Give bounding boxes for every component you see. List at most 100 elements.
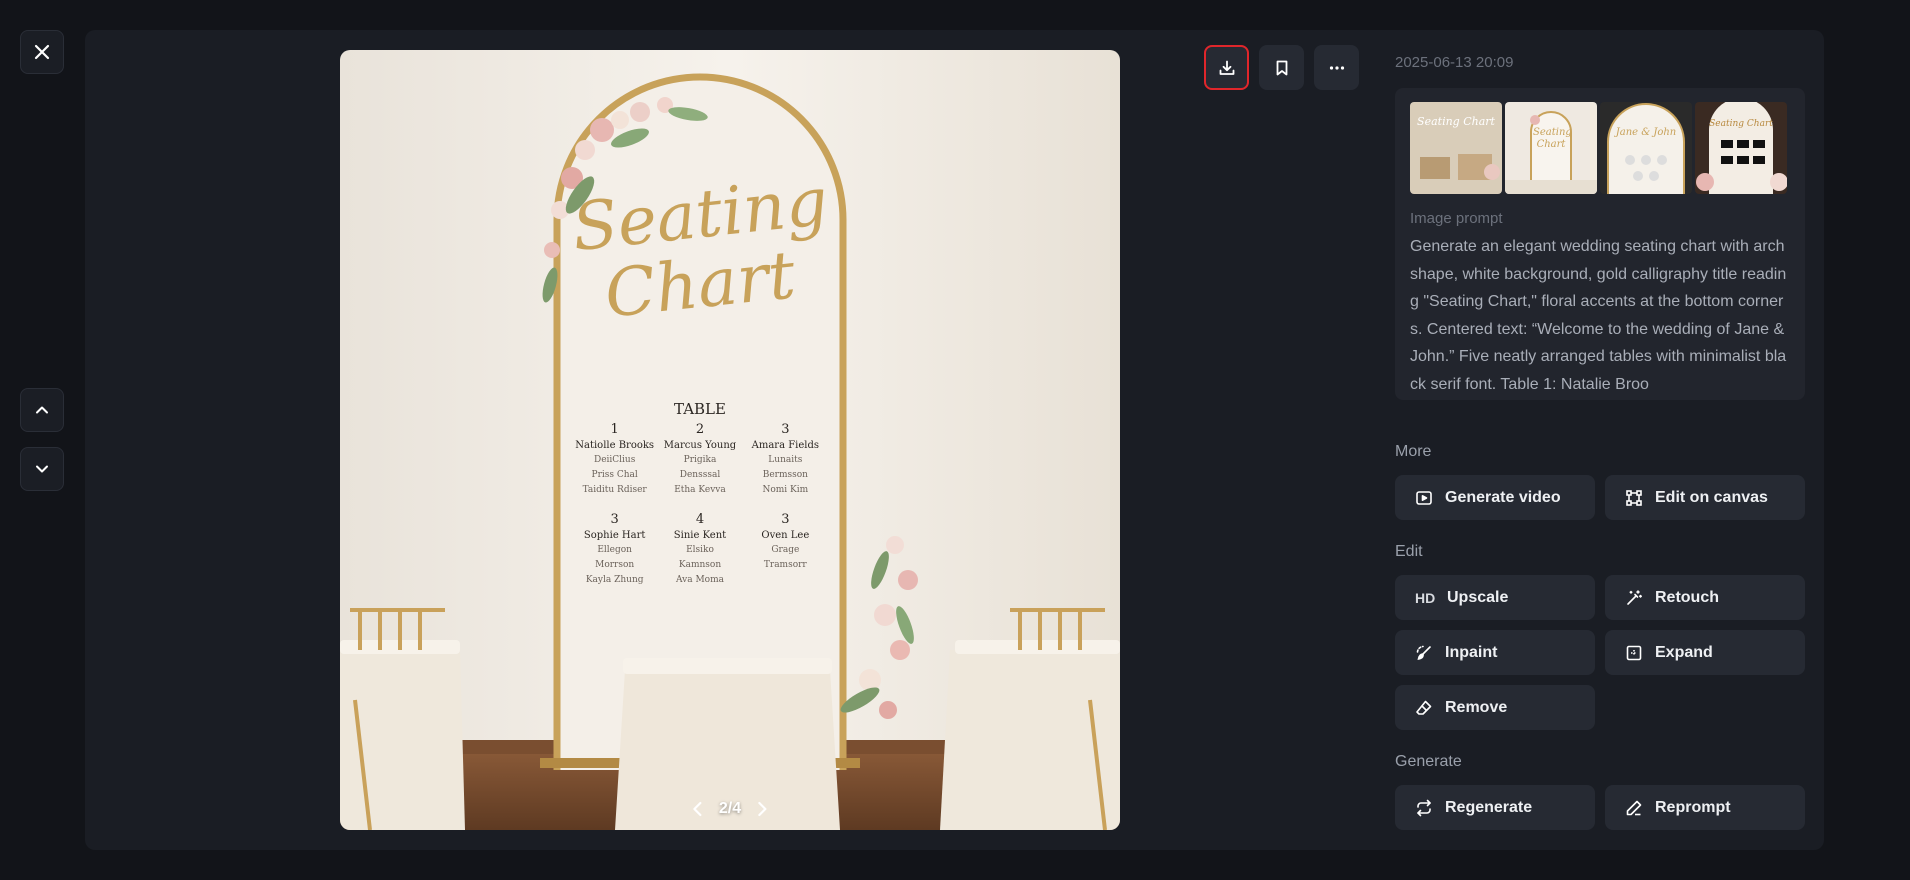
expand-label: Expand xyxy=(1655,643,1713,661)
generate-video-button[interactable]: Generate video xyxy=(1395,475,1595,520)
sign-guest-name: Nomi Kim xyxy=(762,485,809,495)
sign-guest-name: Bermsson xyxy=(762,470,808,480)
sign-table-number: 3 xyxy=(781,512,790,527)
thumbnail-2-caption: Seating Chart xyxy=(1533,127,1572,150)
previous-image-button[interactable] xyxy=(20,388,64,432)
sign-guest-name: Kamnson xyxy=(678,560,722,570)
thumbnail-4-caption: Seating Chart xyxy=(1709,119,1773,129)
sign-table-column: 3 Sophie Hart Ellegon Morrson Kayla Zhung xyxy=(572,512,657,588)
prompt-card: Seating Chart Seating Chart Jane & John … xyxy=(1395,88,1805,400)
edit-on-canvas-button[interactable]: Edit on canvas xyxy=(1605,475,1805,520)
thumbnail-2[interactable]: Seating Chart xyxy=(1505,102,1597,194)
sign-guest-name: Tramsorr xyxy=(763,560,807,570)
chevron-down-icon xyxy=(36,465,48,473)
sign-guest-name: Amara Fields xyxy=(751,440,820,451)
download-icon xyxy=(1219,60,1234,75)
sign-guest-name: Elsiko xyxy=(686,545,714,555)
retouch-label: Retouch xyxy=(1655,588,1719,606)
chevron-left-icon xyxy=(693,801,702,817)
remove-label: Remove xyxy=(1445,698,1508,716)
sign-guest-name: Sinie Kent xyxy=(673,530,727,541)
details-sidebar: 2025-06-13 20:09 Seating Chart Seating C… xyxy=(1395,30,1815,850)
retouch-button[interactable]: Retouch xyxy=(1605,575,1805,620)
sign-guest-name: Natiolle Brooks xyxy=(575,440,655,451)
sign-guest-name: Ava Moma xyxy=(676,575,724,585)
sign-table-column: 4 Sinie Kent Elsiko Kamnson Ava Moma xyxy=(657,512,742,588)
regenerate-button[interactable]: Regenerate xyxy=(1395,785,1595,830)
chevron-right-icon xyxy=(758,801,767,817)
sign-table-number: 4 xyxy=(695,512,705,527)
generate-video-label: Generate video xyxy=(1445,488,1561,506)
sign-guest-name: Sophie Hart xyxy=(583,530,646,541)
section-edit: Edit xyxy=(1395,543,1423,560)
thumbnail-3[interactable]: Jane & John xyxy=(1600,102,1692,194)
remove-button[interactable]: Remove xyxy=(1395,685,1595,730)
magic-wand-icon xyxy=(1627,589,1642,605)
sign-table-column: 2 Marcus Young Prigika Densssal Etha Kevva xyxy=(657,422,742,498)
sign-guest-name: Prigika xyxy=(683,455,717,465)
reprompt-button[interactable]: Reprompt xyxy=(1605,785,1805,830)
hd-icon: HD xyxy=(1415,589,1436,606)
sign-guest-name: Ellegon xyxy=(597,545,632,555)
sign-guest-name: Oven Lee xyxy=(761,530,810,541)
thumbnail-4[interactable]: Seating Chart xyxy=(1695,102,1787,194)
thumbnail-1-caption: Seating Chart xyxy=(1417,115,1495,128)
more-horizontal-icon xyxy=(1329,65,1344,70)
sign-guest-name: Taiditu Rdiser xyxy=(582,485,647,495)
next-image-button[interactable] xyxy=(20,447,64,491)
image-pager: 2/4 xyxy=(691,800,769,818)
more-options-button[interactable] xyxy=(1314,45,1359,90)
upscale-button[interactable]: HD Upscale xyxy=(1395,575,1595,620)
sign-table-number: 2 xyxy=(695,422,705,437)
main-image: Seating Chart TABLE 1 Natiolle Brooks Deii… xyxy=(340,50,1120,830)
sign-guest-name: Morrson xyxy=(595,560,635,570)
eraser-icon xyxy=(1416,700,1432,715)
upscale-label: Upscale xyxy=(1447,588,1509,606)
sign-tables: 1 Natiolle Brooks DeiiClius Priss Chal Taidi… xyxy=(572,422,828,588)
section-generate: Generate xyxy=(1395,753,1462,770)
inpaint-button[interactable]: Inpaint xyxy=(1395,630,1595,675)
pencil-icon xyxy=(1626,800,1642,815)
brush-icon xyxy=(1416,645,1431,660)
sign-table-number: 1 xyxy=(610,422,619,437)
thumbnail-1[interactable]: Seating Chart xyxy=(1410,102,1502,194)
sign-table-column: 1 Natiolle Brooks DeiiClius Priss Chal Taidi… xyxy=(572,422,657,498)
bookmark-button[interactable] xyxy=(1259,45,1304,90)
sign-guest-name: Densssal xyxy=(679,470,721,480)
timestamp: 2025-06-13 20:09 xyxy=(1395,54,1514,71)
close-icon xyxy=(34,44,50,60)
sign-table-column: 3 Oven Lee Grage Tramsorr xyxy=(743,512,828,588)
pager-next-button[interactable] xyxy=(755,801,769,817)
chevron-up-icon xyxy=(36,406,48,414)
sign-table-number: 3 xyxy=(781,422,790,437)
download-button[interactable] xyxy=(1204,45,1249,90)
thumbnail-3-caption: Jane & John xyxy=(1615,127,1677,138)
edit-on-canvas-label: Edit on canvas xyxy=(1655,488,1768,506)
sign-guest-name: Marcus Young xyxy=(663,440,737,451)
sign-table-heading: TABLE xyxy=(674,400,726,418)
pager-count: 2/4 xyxy=(718,800,742,817)
sign-guest-name: Priss Chal xyxy=(591,470,638,480)
reprompt-label: Reprompt xyxy=(1655,798,1731,816)
thumbnail-strip: Seating Chart Seating Chart Jane & John … xyxy=(1395,88,1805,194)
canvas-icon xyxy=(1626,489,1642,506)
sign-guest-name: Lunaits xyxy=(768,455,803,465)
video-icon xyxy=(1416,490,1432,505)
viewer-panel: Seating Chart TABLE 1 Natiolle Brooks Deii… xyxy=(85,30,1824,850)
sign-guest-name: Kayla Zhung xyxy=(585,575,644,585)
sign-table-number: 3 xyxy=(610,512,619,527)
expand-icon xyxy=(1626,645,1642,660)
prompt-label: Image prompt xyxy=(1410,210,1503,227)
inpaint-label: Inpaint xyxy=(1445,643,1498,661)
sign-guest-name: Etha Kevva xyxy=(674,485,726,495)
pager-prev-button[interactable] xyxy=(691,801,705,817)
bookmark-icon xyxy=(1276,60,1287,75)
prompt-text: Generate an elegant wedding seating char… xyxy=(1410,238,1787,393)
close-button[interactable] xyxy=(20,30,64,74)
sign-table-column: 3 Amara Fields Lunaits Bermsson Nomi Kim xyxy=(743,422,828,498)
expand-button[interactable]: Expand xyxy=(1605,630,1805,675)
section-more: More xyxy=(1395,443,1432,460)
regenerate-label: Regenerate xyxy=(1445,798,1533,816)
sign-guest-name: DeiiClius xyxy=(593,455,636,465)
sign-guest-name: Grage xyxy=(771,545,800,555)
